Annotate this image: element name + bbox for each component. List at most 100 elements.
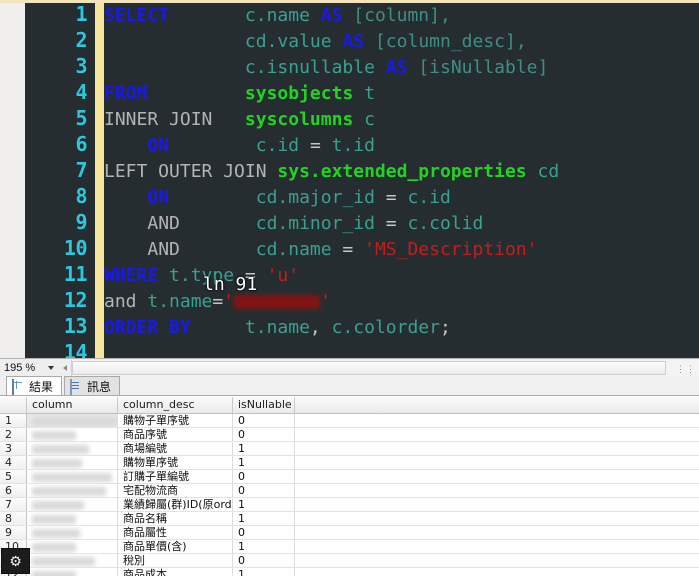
- cell-column[interactable]: [27, 456, 118, 469]
- cell-column-desc[interactable]: 商品名稱: [118, 512, 233, 525]
- cell-isnullable[interactable]: 0: [233, 470, 295, 483]
- results-grid[interactable]: column column_desc isNullable 1 購物子單序號 0 2 商品序…: [0, 397, 699, 576]
- tab-messages[interactable]: 訊息: [64, 376, 121, 395]
- row-header-cell[interactable]: 2: [0, 428, 27, 441]
- tab-results[interactable]: 結果: [6, 376, 63, 395]
- row-header-cell[interactable]: 9: [0, 526, 27, 539]
- code-line[interactable]: [104, 341, 699, 358]
- code-line[interactable]: c.isnullable AS [isNullable]: [104, 55, 699, 81]
- table-row[interactable]: 12商品成本1: [0, 568, 699, 576]
- row-header-cell[interactable]: 6: [0, 484, 27, 497]
- cell-column[interactable]: [27, 470, 118, 483]
- cell-column[interactable]: [27, 498, 118, 511]
- cell-column-desc[interactable]: 宅配物流商: [118, 484, 233, 497]
- table-row[interactable]: 4 購物單序號 1: [0, 456, 699, 470]
- chevron-down-icon[interactable]: [48, 366, 54, 370]
- cell-isnullable[interactable]: 1: [233, 456, 295, 469]
- cell-column-desc[interactable]: 購物單序號: [118, 456, 233, 469]
- code-line[interactable]: cd.value AS [column_desc],: [104, 29, 699, 55]
- row-header-cell[interactable]: 7: [0, 498, 27, 511]
- editor-surface[interactable]: 1 2 3 4 5 6 7 8 9 10 11 12 13 14 SELECT c.name AS [co…: [25, 3, 699, 358]
- cell-column-desc[interactable]: 購物子單序號: [118, 414, 233, 427]
- table-row[interactable]: 2 商品序號 0: [0, 428, 699, 442]
- query-editor-pane[interactable]: 1 2 3 4 5 6 7 8 9 10 11 12 13 14 SELECT c.name AS [co…: [0, 0, 699, 358]
- cell-column-desc[interactable]: 商品屬性: [118, 526, 233, 539]
- cell-isnullable[interactable]: 1: [233, 512, 295, 525]
- redacted-value: [32, 473, 112, 482]
- row-header-cell[interactable]: 1: [0, 414, 27, 427]
- table-row[interactable]: 11稅別0: [0, 554, 699, 568]
- grid-column-header[interactable]: column_desc: [118, 397, 233, 413]
- code-line[interactable]: WHERE t.type = 'u': [104, 263, 699, 289]
- zoom-level-value: 195 %: [4, 362, 36, 374]
- cell-column[interactable]: [27, 540, 118, 553]
- table-row[interactable]: 5 訂購子單編號 0: [0, 470, 699, 484]
- cell-isnullable[interactable]: 0: [233, 414, 295, 427]
- cell-isnullable[interactable]: 1: [233, 442, 295, 455]
- code-line[interactable]: LEFT OUTER JOIN sys.extended_properties …: [104, 159, 699, 185]
- cell-isnullable[interactable]: 0: [233, 484, 295, 497]
- code-token: ': [320, 291, 331, 312]
- cell-isnullable[interactable]: 1: [233, 568, 295, 576]
- table-row[interactable]: 9 商品屬性 0: [0, 526, 699, 540]
- grid-column-header[interactable]: [0, 397, 27, 413]
- code-line[interactable]: ON cd.major_id = c.id: [104, 185, 699, 211]
- horizontal-scrollbar-track[interactable]: ⋮⋮: [71, 360, 699, 376]
- cell-column[interactable]: [27, 512, 118, 525]
- cell-column[interactable]: [27, 484, 118, 497]
- code-line[interactable]: FROM sysobjects t: [104, 81, 699, 107]
- code-line[interactable]: INNER JOIN syscolumns c: [104, 107, 699, 133]
- cell-column[interactable]: [27, 526, 118, 539]
- cell-column-desc[interactable]: 商場編號: [118, 442, 233, 455]
- table-row[interactable]: 8 商品名稱 1: [0, 512, 699, 526]
- results-grid-body[interactable]: 1 購物子單序號 0 2 商品序號 0 3 商場編號 1 4 購物單序號 1 5 訂購子單編號 0 6 宅配物流…: [0, 414, 699, 576]
- code-line[interactable]: SELECT c.name AS [column],: [104, 3, 699, 29]
- code-line[interactable]: and t.name=' ': [104, 289, 699, 315]
- code-token: t: [364, 83, 375, 104]
- sql-code-text[interactable]: SELECT c.name AS [column], cd.value AS […: [104, 3, 699, 358]
- cell-isnullable[interactable]: 0: [233, 554, 295, 567]
- cell-column-desc[interactable]: 商品成本: [118, 568, 233, 576]
- code-token: 'MS_Description': [364, 239, 538, 260]
- grid-column-header[interactable]: isNullable: [233, 397, 295, 413]
- cell-column[interactable]: [27, 414, 118, 427]
- grid-column-header[interactable]: column: [27, 397, 118, 413]
- results-tabstrip[interactable]: 結果 訊息: [0, 376, 699, 396]
- code-token: [column],: [353, 5, 451, 26]
- cell-column-desc[interactable]: 稅別: [118, 554, 233, 567]
- gear-button[interactable]: ⚙: [1, 548, 30, 574]
- cell-column-desc[interactable]: 訂購子單編號: [118, 470, 233, 483]
- cell-isnullable[interactable]: 1: [233, 498, 295, 511]
- zoom-level-combobox[interactable]: 195 %: [0, 360, 58, 377]
- cell-column-desc[interactable]: 業績歸屬(群)ID(原order_id): [118, 498, 233, 511]
- cell-isnullable[interactable]: 0: [233, 526, 295, 539]
- row-header-cell[interactable]: 3: [0, 442, 27, 455]
- code-line[interactable]: ORDER BY t.name, c.colorder;: [104, 315, 699, 341]
- row-header-cell[interactable]: 4: [0, 456, 27, 469]
- scrollbar-grip-icon[interactable]: ⋮⋮: [676, 364, 696, 375]
- table-row[interactable]: 1 購物子單序號 0: [0, 414, 699, 428]
- table-row[interactable]: 6 宅配物流商 0: [0, 484, 699, 498]
- cell-column[interactable]: [27, 428, 118, 441]
- row-header-cell[interactable]: 5: [0, 470, 27, 483]
- code-line[interactable]: ON c.id = t.id: [104, 133, 699, 159]
- cell-column[interactable]: [27, 442, 118, 455]
- cell-column-desc[interactable]: 商品單價(含): [118, 540, 233, 553]
- code-line[interactable]: AND cd.minor_id = c.colid: [104, 211, 699, 237]
- cell-isnullable[interactable]: 0: [233, 428, 295, 441]
- row-header-cell[interactable]: 8: [0, 512, 27, 525]
- code-token: [isNullable]: [418, 57, 549, 78]
- horizontal-scrollbar-thumb[interactable]: [72, 361, 666, 375]
- code-token: AS: [320, 5, 343, 26]
- cell-isnullable[interactable]: 1: [233, 540, 295, 553]
- table-row[interactable]: 10 商品單價(含) 1: [0, 540, 699, 554]
- table-row[interactable]: 7 業績歸屬(群)ID(原order_id)1: [0, 498, 699, 512]
- cell-column[interactable]: [27, 554, 118, 567]
- results-grid-header[interactable]: column column_desc isNullable: [0, 397, 699, 414]
- cell-column-desc[interactable]: 商品序號: [118, 428, 233, 441]
- table-row[interactable]: 3 商場編號 1: [0, 442, 699, 456]
- scroll-left-arrow-icon[interactable]: [58, 360, 71, 376]
- code-line[interactable]: AND cd.name = 'MS_Description': [104, 237, 699, 263]
- cell-column[interactable]: [27, 568, 118, 576]
